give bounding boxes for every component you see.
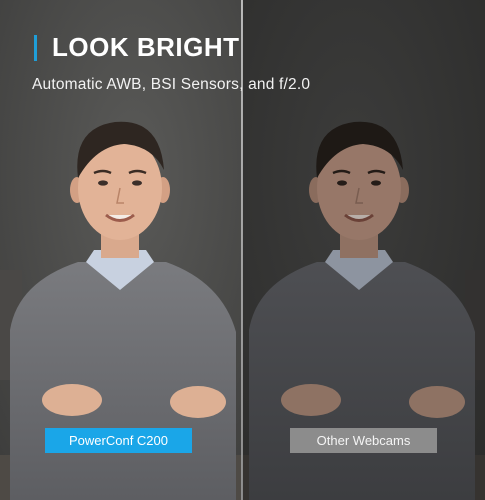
headline-subtitle: Automatic AWB, BSI Sensors, and f/2.0 bbox=[32, 76, 311, 93]
split-divider bbox=[241, 0, 243, 500]
other-webcams-label: Other Webcams bbox=[290, 428, 437, 453]
comparison-banner: LOOK BRIGHT Automatic AWB, BSI Sensors, … bbox=[0, 0, 485, 500]
headline-title: LOOK BRIGHT bbox=[52, 32, 240, 62]
dim-webcam-photo bbox=[243, 0, 485, 500]
powerconf-label: PowerConf C200 bbox=[45, 428, 192, 453]
bright-webcam-photo bbox=[0, 0, 242, 500]
accent-bar bbox=[34, 34, 37, 61]
headline: LOOK BRIGHT bbox=[34, 32, 240, 63]
